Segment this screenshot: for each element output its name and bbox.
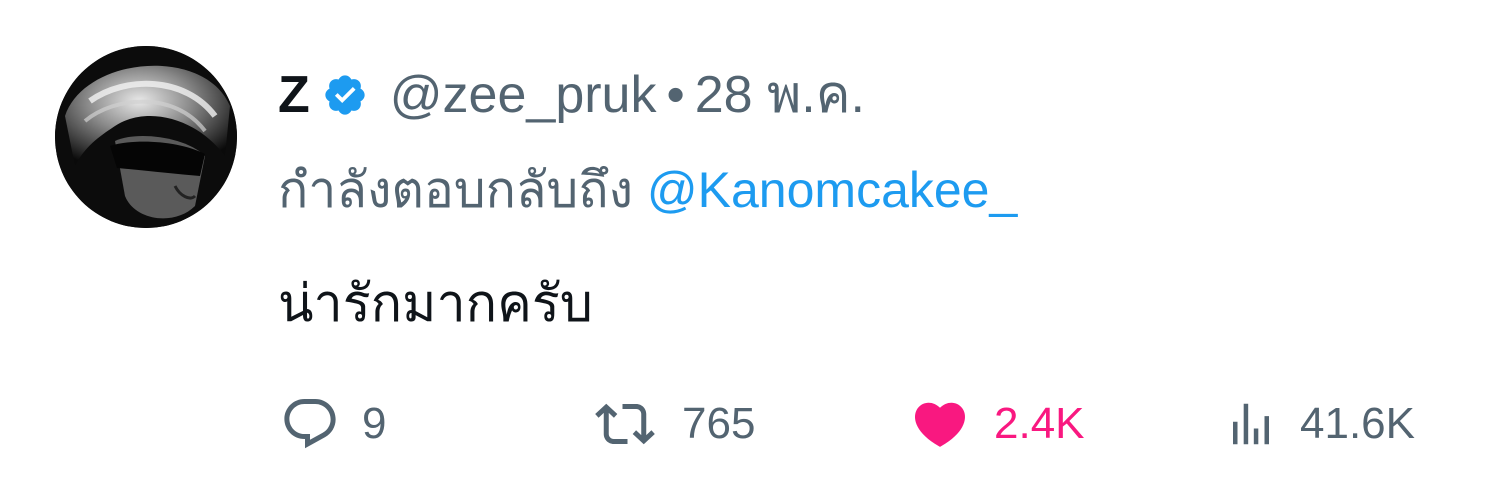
- tweet-date[interactable]: 28 พ.ค.: [695, 60, 865, 130]
- display-name[interactable]: Z: [278, 60, 310, 130]
- separator-dot: •: [666, 66, 685, 124]
- avatar[interactable]: [55, 46, 237, 228]
- retweet-button[interactable]: 765: [590, 388, 755, 460]
- author-handle[interactable]: @zee_pruk: [390, 60, 657, 130]
- views-button[interactable]: 41.6K: [1224, 388, 1415, 460]
- views-icon: [1224, 394, 1278, 454]
- replying-to-mention[interactable]: @Kanomcakee_: [647, 162, 1017, 218]
- avatar-image: [55, 46, 237, 228]
- tweet[interactable]: Z @zee_pruk • 28 พ.ค. กำลังตอบกลับถึง @K…: [0, 0, 1500, 500]
- like-count: 2.4K: [994, 399, 1085, 448]
- reply-icon: [280, 394, 340, 454]
- replying-to: กำลังตอบกลับถึง @Kanomcakee_: [278, 155, 1017, 225]
- tweet-text: น่ารักมากครับ: [278, 275, 593, 333]
- replying-prefix: กำลังตอบกลับถึง: [278, 162, 633, 218]
- heart-icon: [908, 394, 972, 454]
- tweet-header: Z @zee_pruk • 28 พ.ค.: [278, 60, 865, 130]
- action-bar: 9 765 2.4K 41.6K: [0, 388, 1500, 460]
- retweet-count: 765: [682, 399, 756, 448]
- like-button[interactable]: 2.4K: [908, 388, 1085, 460]
- verified-badge-icon: [322, 72, 368, 118]
- reply-button[interactable]: 9: [280, 388, 386, 460]
- reply-count: 9: [362, 399, 387, 448]
- retweet-icon: [590, 394, 660, 454]
- views-count: 41.6K: [1300, 399, 1415, 448]
